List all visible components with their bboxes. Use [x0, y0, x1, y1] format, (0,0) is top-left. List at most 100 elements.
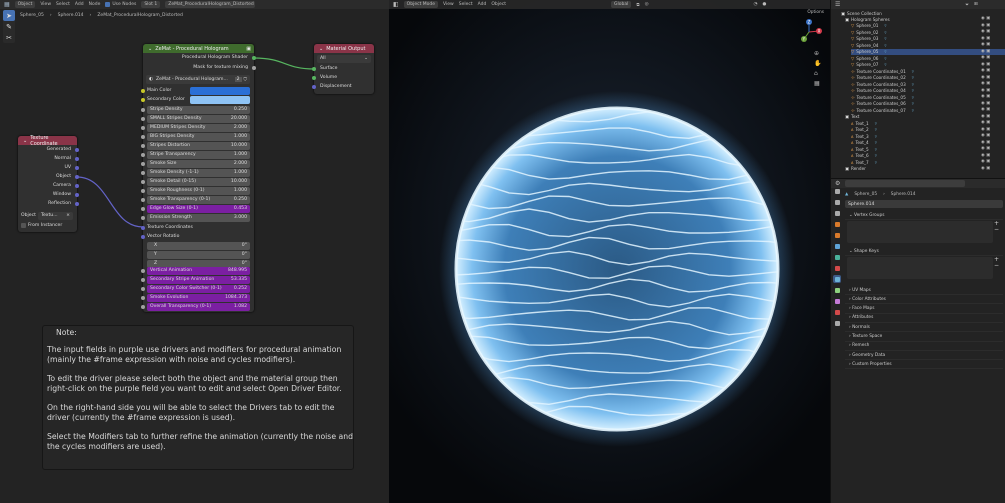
- vertex-groups-panel[interactable]: ⌄ Vertex Groups: [845, 211, 1003, 220]
- eye-icon[interactable]: ◉: [981, 62, 985, 67]
- socket-6[interactable]: [141, 162, 145, 166]
- socket-3[interactable]: [141, 135, 145, 139]
- camera-icon[interactable]: ▣: [986, 127, 990, 132]
- eye-icon[interactable]: ◉: [981, 23, 985, 28]
- camera-icon[interactable]: ▣: [986, 133, 990, 138]
- input-field[interactable]: BIG Stripes Density 1.000: [147, 133, 250, 141]
- rotation-field-y[interactable]: Y 0°: [147, 251, 250, 259]
- input-field[interactable]: Stripe Transparency 1.000: [147, 151, 250, 159]
- eye-icon[interactable]: ◉: [981, 75, 985, 80]
- clear-icon[interactable]: ×: [66, 213, 70, 218]
- socket-camera[interactable]: [75, 184, 79, 188]
- eye-icon[interactable]: ◉: [981, 101, 985, 106]
- options-button[interactable]: Options: [807, 10, 824, 15]
- socket-8[interactable]: [141, 180, 145, 184]
- secondary-color-swatch[interactable]: [190, 96, 250, 104]
- remove-icon[interactable]: −: [994, 227, 999, 233]
- socket-secondary-color[interactable]: [141, 98, 145, 102]
- input-field[interactable]: Smoke Density (-1-1) 1.000: [147, 169, 250, 177]
- collapse-icon[interactable]: ⌄: [23, 138, 27, 144]
- filter-icon[interactable]: ⏷: [965, 2, 969, 8]
- socket-purple-0[interactable]: [141, 269, 145, 273]
- menu-select[interactable]: Select: [459, 2, 473, 7]
- eye-icon[interactable]: ◉: [981, 153, 985, 158]
- socket-purple-4[interactable]: [141, 305, 145, 309]
- socket-purple-3[interactable]: [141, 296, 145, 300]
- property-tab-11-icon[interactable]: [833, 308, 841, 316]
- main-color-swatch[interactable]: [190, 87, 250, 95]
- rotation-field-x[interactable]: X 0°: [147, 242, 250, 250]
- driver-field[interactable]: Vertical Animation 848.995: [147, 267, 250, 275]
- eye-icon[interactable]: ◉: [981, 49, 985, 54]
- eye-icon[interactable]: ◉: [981, 159, 985, 164]
- socket-5[interactable]: [141, 153, 145, 157]
- input-field[interactable]: Smoke Transparency (0-1) 0.250: [147, 196, 250, 204]
- camera-icon[interactable]: ▣: [986, 94, 990, 99]
- zemat-node-header[interactable]: ⌄ ZeMat - Procedural Hologram ▣: [143, 44, 254, 53]
- input-field[interactable]: SMALL Stripes Density 20.000: [147, 115, 250, 123]
- texture-coordinate-node[interactable]: ⌄ Texture Coordinate Generated Normal UV …: [18, 135, 79, 232]
- camera-icon[interactable]: ▣: [986, 107, 990, 112]
- collapse-icon[interactable]: ⌄: [148, 46, 152, 52]
- note-frame[interactable]: Note: The input fields in purple use dri…: [42, 325, 354, 470]
- eye-icon[interactable]: ◉: [981, 94, 985, 99]
- object-field[interactable]: Textu... ×: [38, 212, 73, 220]
- camera-icon[interactable]: ▣: [986, 36, 990, 41]
- snap-icon[interactable]: ⧉: [636, 2, 639, 8]
- socket-purple-2[interactable]: [141, 287, 145, 291]
- pan-hand-icon[interactable]: ✋: [814, 60, 822, 67]
- 3d-viewport[interactable]: ◧ Object Mode View Select Add Object Glo…: [389, 0, 830, 503]
- driver-field[interactable]: Smoke Evolution 1084.373: [147, 294, 250, 302]
- property-tab-0-icon[interactable]: [833, 187, 841, 195]
- eye-icon[interactable]: ◉: [981, 16, 985, 21]
- editor-type-icon[interactable]: ☰: [835, 1, 840, 8]
- editor-type-icon[interactable]: ◧: [393, 1, 399, 8]
- socket-11[interactable]: [141, 207, 145, 211]
- camera-icon[interactable]: ▣: [986, 88, 990, 93]
- socket-uv[interactable]: [75, 166, 79, 170]
- fake-user-icon[interactable]: ⛉: [244, 77, 247, 83]
- node-group-selector[interactable]: ◐ ZeMat - Procedural Hologram... 2 ⛉: [146, 75, 250, 84]
- property-tab-10-icon[interactable]: [833, 297, 841, 305]
- properties-search[interactable]: [845, 180, 966, 187]
- input-field[interactable]: Smoke Roughness (0-1) 1.000: [147, 187, 250, 195]
- socket-texture-coordinates[interactable]: [141, 226, 145, 230]
- properties-section[interactable]: › Geometry Data: [845, 351, 1003, 361]
- socket-vector-rotation[interactable]: [141, 235, 145, 239]
- input-field[interactable]: Stripe Density 0.250: [147, 106, 250, 114]
- properties-section[interactable]: › Color Attributes: [845, 295, 1003, 305]
- shape-keys-list[interactable]: [847, 257, 993, 279]
- mode-select[interactable]: Object Mode: [403, 1, 439, 8]
- camera-icon[interactable]: ▣: [986, 42, 990, 47]
- eye-icon[interactable]: ◉: [981, 88, 985, 93]
- properties-section[interactable]: › Remesh: [845, 342, 1003, 351]
- camera-icon[interactable]: ▣: [986, 62, 990, 67]
- socket-shader[interactable]: [252, 56, 256, 60]
- property-tab-6-icon[interactable]: [833, 253, 841, 261]
- grid-icon[interactable]: ▦: [814, 80, 822, 87]
- input-field[interactable]: Emission Strength 3.000: [147, 214, 250, 222]
- socket-0[interactable]: [141, 108, 145, 112]
- properties-section[interactable]: › Custom Properties: [845, 360, 1003, 370]
- socket-mask[interactable]: [252, 66, 256, 70]
- eye-icon[interactable]: ◉: [981, 166, 985, 171]
- socket-2[interactable]: [141, 126, 145, 130]
- camera-icon[interactable]: ▣: [986, 153, 990, 158]
- menu-add[interactable]: Add: [478, 2, 487, 7]
- node-editor[interactable]: ▦ Object View Select Add Node Use Nodes …: [0, 0, 389, 503]
- socket-purple-1[interactable]: [141, 278, 145, 282]
- property-tab-8-icon[interactable]: [833, 275, 841, 283]
- property-tab-5-icon[interactable]: [833, 242, 841, 250]
- target-select[interactable]: All ⌄: [317, 55, 371, 63]
- collapse-icon[interactable]: ⌄: [319, 46, 323, 52]
- eye-icon[interactable]: ◉: [981, 68, 985, 73]
- camera-icon[interactable]: ▣: [986, 140, 990, 145]
- camera-icon[interactable]: ⌂: [814, 70, 822, 77]
- eye-icon[interactable]: ◉: [981, 81, 985, 86]
- camera-icon[interactable]: ▣: [986, 23, 990, 28]
- camera-icon[interactable]: ▣: [986, 166, 990, 171]
- property-tab-9-icon[interactable]: [833, 286, 841, 294]
- socket-surface[interactable]: [312, 67, 316, 71]
- socket-7[interactable]: [141, 171, 145, 175]
- zoom-icon[interactable]: ⊕: [814, 50, 822, 57]
